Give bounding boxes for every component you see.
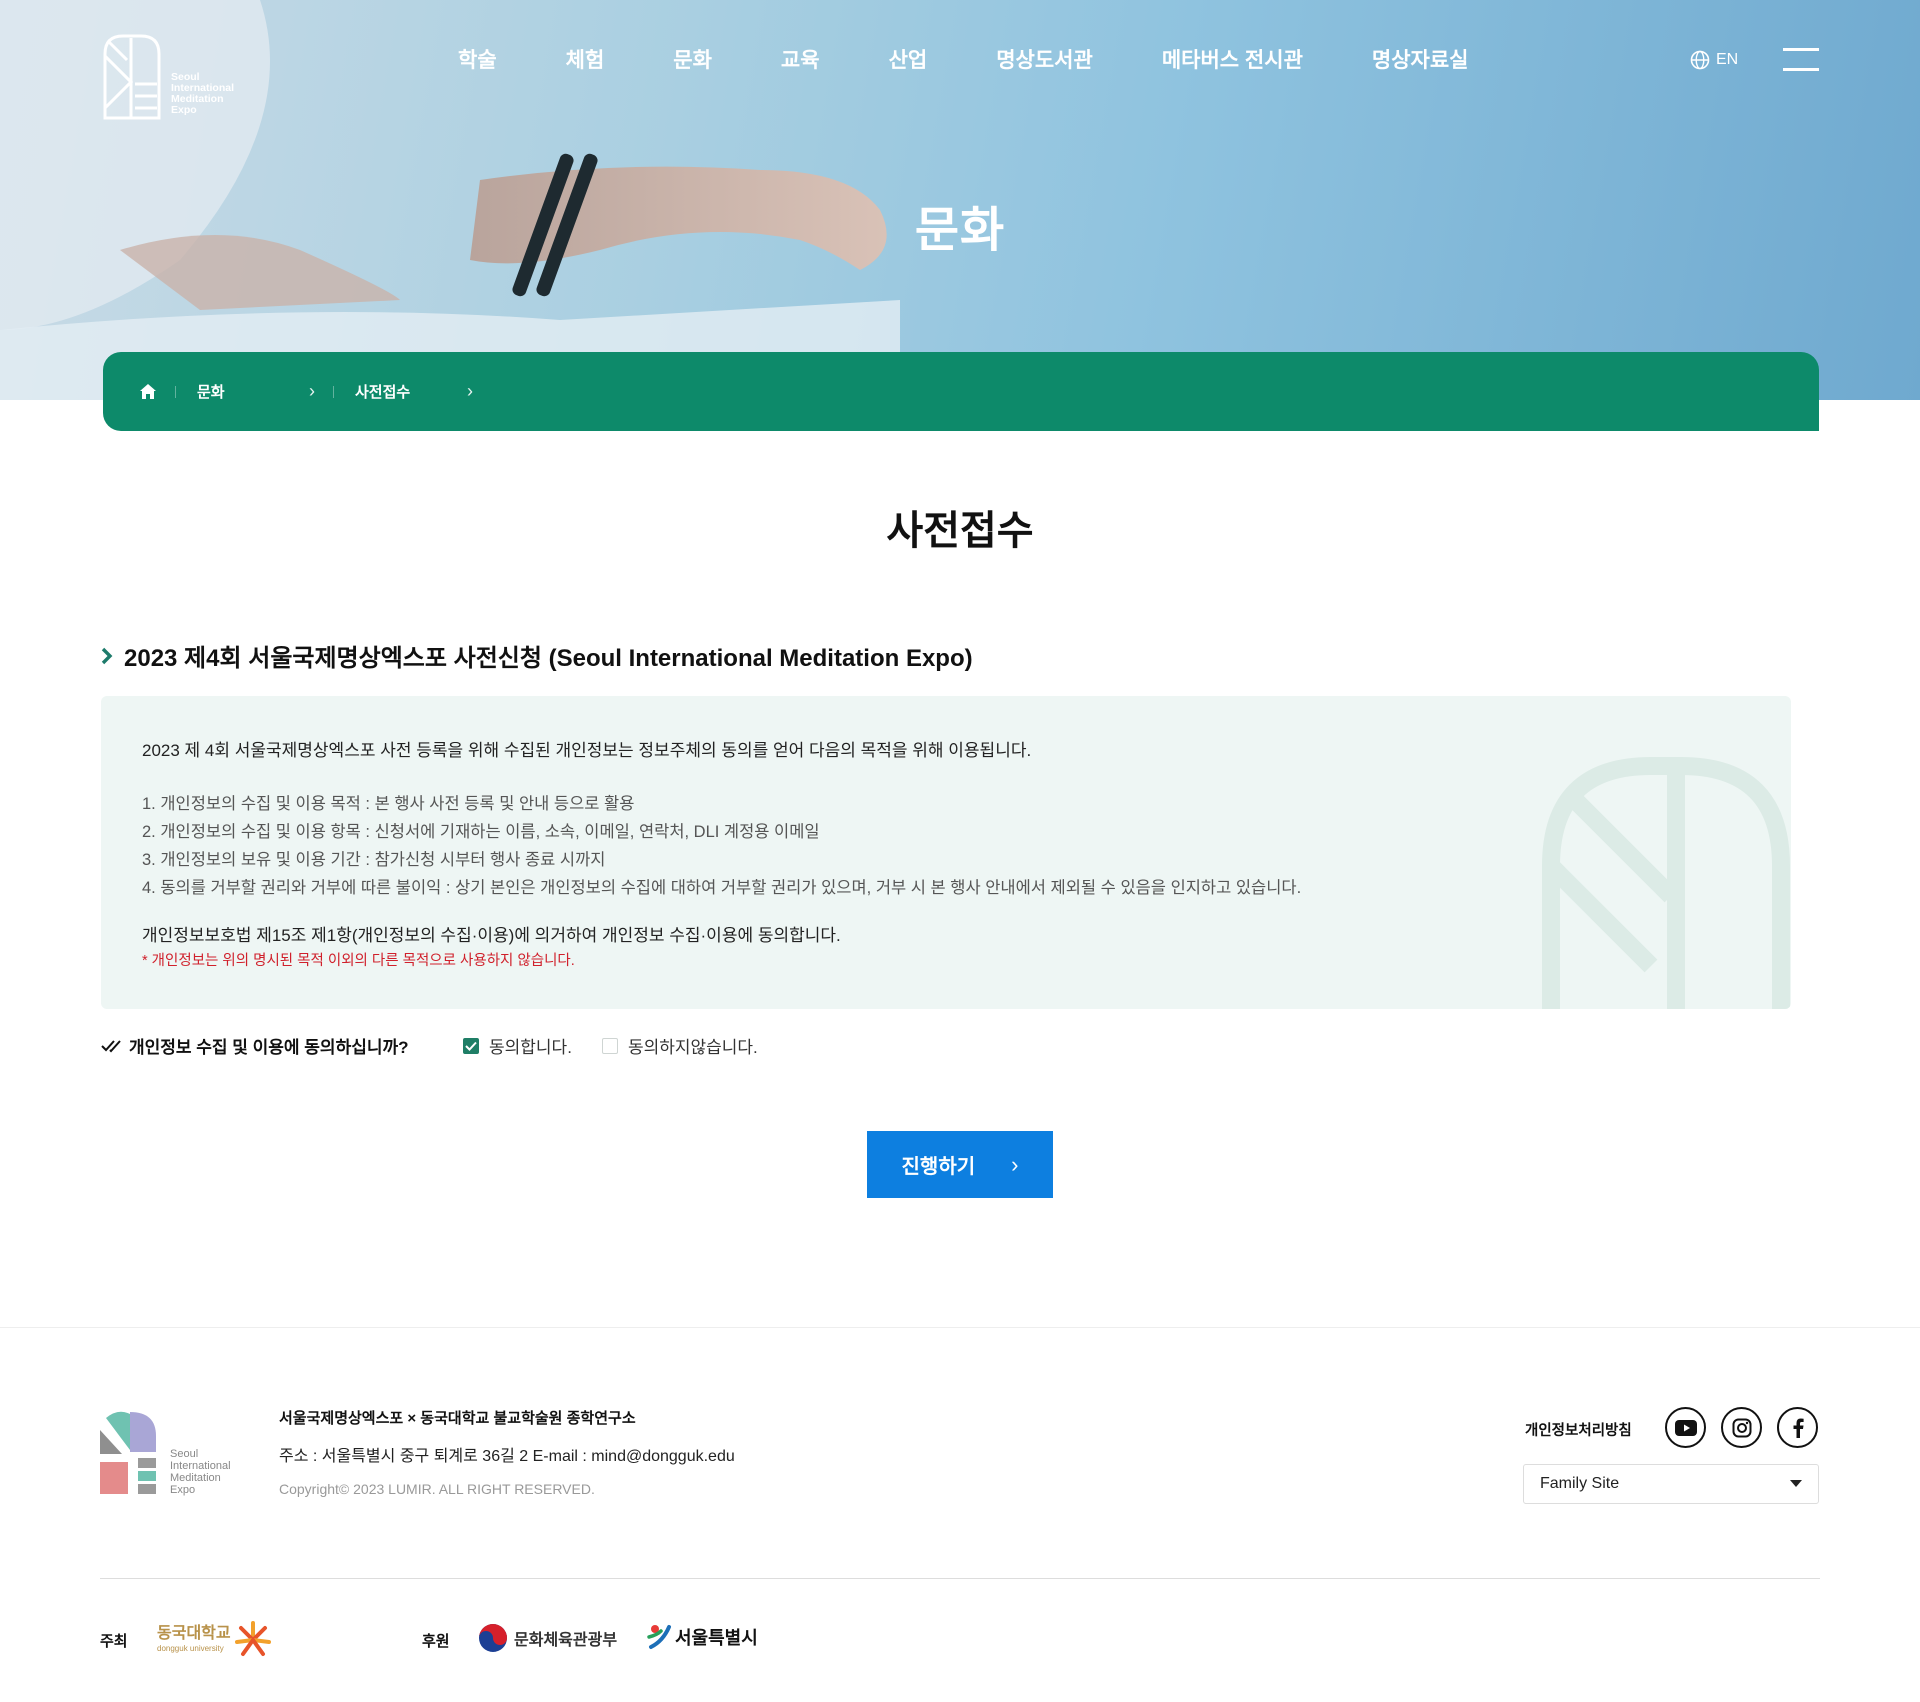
page-title: 사전접수 [886,509,1034,553]
breadcrumb-item-registration[interactable]: 사전접수 [355,381,455,402]
disagree-checkbox[interactable] [601,1037,618,1054]
home-icon[interactable] [139,383,157,400]
menu-icon[interactable] [1783,48,1819,72]
seoul-logo[interactable]: 서울특별시 [647,1623,758,1651]
consent-question: 개인정보 수집 및 이용에 동의하십니까? [101,1033,463,1058]
lotus-icon [234,1621,271,1656]
footer-logo-mark-icon [100,1411,156,1494]
section-heading: 2023 제4회 서울국제명상엑스포 사전신청 (Seoul Internati… [101,638,973,673]
globe-icon [1690,50,1710,70]
dongguk-sub: dongguk university [157,1643,224,1653]
main-nav: 학술 체험 문화 교육 산업 명상도서관 메타버스 전시관 명상자료실 [458,44,1538,74]
family-site-select[interactable]: Family Site [1523,1464,1819,1504]
dongguk-logo[interactable]: 동국대학교 dongguk university [157,1620,273,1658]
consent-question-text: 개인정보 수집 및 이용에 동의하십니까? [129,1038,409,1057]
youtube-icon[interactable] [1665,1407,1706,1448]
nav-archive[interactable]: 명상자료실 [1372,44,1469,74]
footer-logo: Seoul International Meditation Expo [100,1410,231,1496]
nav-culture[interactable]: 문화 [673,44,712,74]
footer-logo-text: Seoul International Meditation Expo [170,1448,231,1496]
mcst-name: 문화체육관광부 [514,1632,618,1649]
breadcrumb-item-culture[interactable]: 문화 [197,381,297,402]
footer-address: 주소 : 서울특별시 중구 퇴계로 36길 2 E-mail : mind@do… [279,1448,735,1465]
proceed-label: 진행하기 [901,1156,976,1178]
footer-organization: 서울국제명상엑스포 × 동국대학교 불교학술원 종학연구소 [279,1410,636,1427]
double-check-icon [101,1039,121,1052]
chevron-right-icon[interactable]: › [467,381,473,402]
taegeuk-icon [479,1624,507,1652]
nav-academic[interactable]: 학술 [458,44,497,74]
dongguk-logo-text: 동국대학교 dongguk university [157,1624,231,1653]
agree-checkbox[interactable] [463,1037,479,1054]
nav-library[interactable]: 명상도서관 [996,44,1093,74]
language-switch[interactable]: EN [1690,50,1738,70]
list-item: 2. 개인정보의 수집 및 이용 항목 : 신청서에 기재하는 이름, 소속, … [142,823,820,841]
family-site-label: Family Site [1540,1475,1620,1492]
footer-divider-2 [100,1578,1820,1579]
seoul-symbol-icon [647,1625,671,1649]
nav-education[interactable]: 교육 [781,44,820,74]
disagree-label: 동의하지않습니다. [627,1038,758,1057]
proceed-button[interactable]: 진행하기 › [867,1131,1053,1198]
section-heading-text: 2023 제4회 서울국제명상엑스포 사전신청 (Seoul Internati… [124,645,973,672]
chevron-right-icon: › [1011,1151,1019,1177]
hero-banner: Seoul International Meditation Expo 학술 체… [0,0,1920,400]
instagram-icon[interactable] [1721,1407,1762,1448]
list-item: 4. 동의를 거부할 권리와 거부에 따른 불이익 : 상기 본인은 개인정보의… [142,879,1302,897]
language-label: EN [1716,51,1739,68]
agree-label: 동의합니다. [489,1038,572,1057]
warning-text: * 개인정보는 위의 명시된 목적 이외의 다른 목적으로 사용하지 않습니다. [142,953,575,969]
hero-title: 문화 [914,204,1006,257]
caret-down-icon [1790,1480,1802,1487]
check-icon [465,1041,477,1051]
nav-metaverse[interactable]: 메타버스 전시관 [1162,44,1303,74]
privacy-notice-box: 2023 제 4회 서울국제명상엑스포 사전 등록을 위해 수집된 개인정보는 … [101,696,1791,1009]
site-logo[interactable]: Seoul International Meditation Expo [103,34,234,120]
law-statement: 개인정보보호법 제15조 제1항(개인정보의 수집·이용)에 의거하여 개인정보… [142,926,841,945]
list-item: 3. 개인정보의 보유 및 이용 기간 : 참가신청 시부터 행사 종료 시까지 [142,851,606,869]
host-label: 주최 [100,1633,128,1650]
nav-industry[interactable]: 산업 [889,44,928,74]
notice-list: 1. 개인정보의 수집 및 이용 목적 : 본 행사 사전 등록 및 안내 등으… [142,790,1301,902]
consent-row: 개인정보 수집 및 이용에 동의하십니까? 동의합니다. 동의하지않습니다. [101,1033,788,1058]
footer-divider [0,1327,1920,1328]
chevron-right-icon[interactable]: › [309,381,315,402]
seoul-name: 서울특별시 [675,1628,758,1648]
dongguk-name: 동국대학교 [157,1624,231,1642]
logo-mark-icon [103,34,161,120]
sponsor-label: 후원 [422,1633,450,1650]
breadcrumb-divider [175,385,176,398]
watermark-logo-icon [1542,757,1790,1009]
chevron-bullet-icon [101,647,113,664]
facebook-icon[interactable] [1777,1407,1818,1448]
breadcrumb: 문화 › 사전접수 › [103,352,1819,431]
list-item: 1. 개인정보의 수집 및 이용 목적 : 본 행사 사전 등록 및 안내 등으… [142,795,635,813]
notice-intro: 2023 제 4회 서울국제명상엑스포 사전 등록을 위해 수집된 개인정보는 … [142,741,1032,760]
logo-text: Seoul International Meditation Expo [171,71,235,116]
disagree-option[interactable]: 동의하지않습니다. [601,1033,758,1058]
breadcrumb-divider [333,385,334,398]
mcst-logo[interactable]: 문화체육관광부 [478,1623,617,1653]
agree-option[interactable]: 동의합니다. [463,1033,572,1058]
footer-copyright: Copyright© 2023 LUMIR. ALL RIGHT RESERVE… [279,1481,595,1497]
nav-experience[interactable]: 체험 [566,44,605,74]
privacy-policy-link[interactable]: 개인정보처리방침 [1525,1419,1632,1440]
